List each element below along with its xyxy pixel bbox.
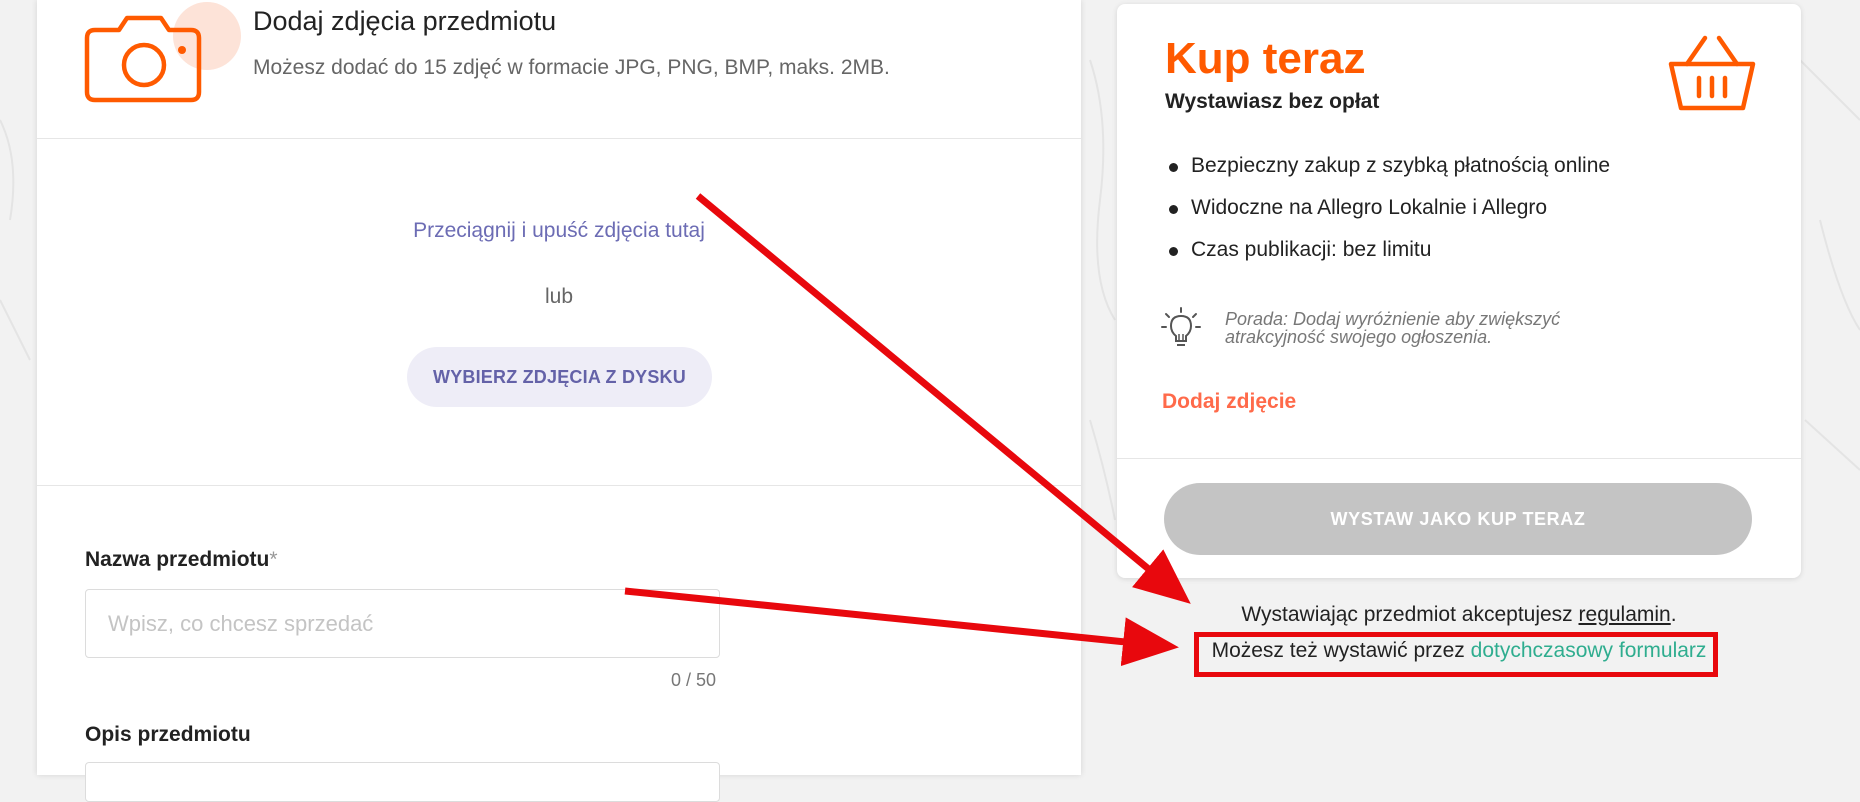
photos-header: Dodaj zdjęcia przedmiotu Możesz dodać do… bbox=[37, 0, 1081, 139]
card-subtitle: Wystawiasz bez opłat bbox=[1165, 90, 1380, 113]
char-counter: 0 / 50 bbox=[671, 670, 717, 690]
photos-subtitle: Możesz dodać do 15 zdjęć w formacie JPG,… bbox=[253, 56, 890, 79]
basket-icon bbox=[1667, 34, 1757, 114]
terms-notice: Wystawiając przedmiot akceptujesz regula… bbox=[1117, 603, 1801, 627]
item-name-input[interactable] bbox=[85, 589, 720, 658]
card-title: Kup teraz bbox=[1165, 34, 1366, 83]
feature-item: Bezpieczny zakup z szybką płatnością onl… bbox=[1165, 152, 1610, 194]
tip-text: Porada: Dodaj wyróżnienie aby zwiększyć … bbox=[1225, 309, 1561, 347]
terms-prefix: Wystawiając przedmiot akceptujesz bbox=[1241, 603, 1579, 626]
photos-title: Dodaj zdjęcia przedmiotu bbox=[253, 6, 557, 36]
item-description-input[interactable] bbox=[85, 762, 720, 802]
feature-item: Czas publikacji: bez limitu bbox=[1165, 236, 1610, 278]
choose-photos-button[interactable]: WYBIERZ ZDJĘCIA Z DYSKU bbox=[407, 347, 712, 407]
buy-now-card: Kup teraz Wystawiasz bez opłat Bezpieczn… bbox=[1117, 4, 1801, 578]
photo-dropzone[interactable]: Przeciągnij i upuść zdjęcia tutaj lub WY… bbox=[37, 139, 1081, 486]
terms-suffix: . bbox=[1670, 603, 1677, 626]
feature-list: Bezpieczny zakup z szybką płatnością onl… bbox=[1165, 152, 1610, 278]
terms-link[interactable]: regulamin bbox=[1579, 603, 1671, 626]
item-description-label: Opis przedmiotu bbox=[85, 723, 251, 746]
lightbulb-icon bbox=[1161, 306, 1201, 350]
card-divider bbox=[1117, 458, 1801, 459]
or-separator: lub bbox=[544, 285, 574, 308]
feature-item: Widoczne na Allegro Lokalnie i Allegro bbox=[1165, 194, 1610, 236]
annotation-highlight-box bbox=[1194, 632, 1718, 677]
item-form-panel: Dodaj zdjęcia przedmiotu Możesz dodać do… bbox=[37, 0, 1081, 802]
item-name-label-text: Nazwa przedmiotu bbox=[85, 548, 270, 571]
publish-buy-now-button[interactable]: WYSTAW JAKO KUP TERAZ bbox=[1164, 483, 1752, 555]
dropzone-text: Przeciągnij i upuść zdjęcia tutaj bbox=[413, 219, 705, 242]
required-mark: * bbox=[269, 548, 278, 571]
item-name-label: Nazwa przedmiotu* bbox=[85, 548, 278, 572]
camera-icon bbox=[81, 0, 241, 110]
add-photo-link[interactable]: Dodaj zdjęcie bbox=[1162, 390, 1296, 414]
